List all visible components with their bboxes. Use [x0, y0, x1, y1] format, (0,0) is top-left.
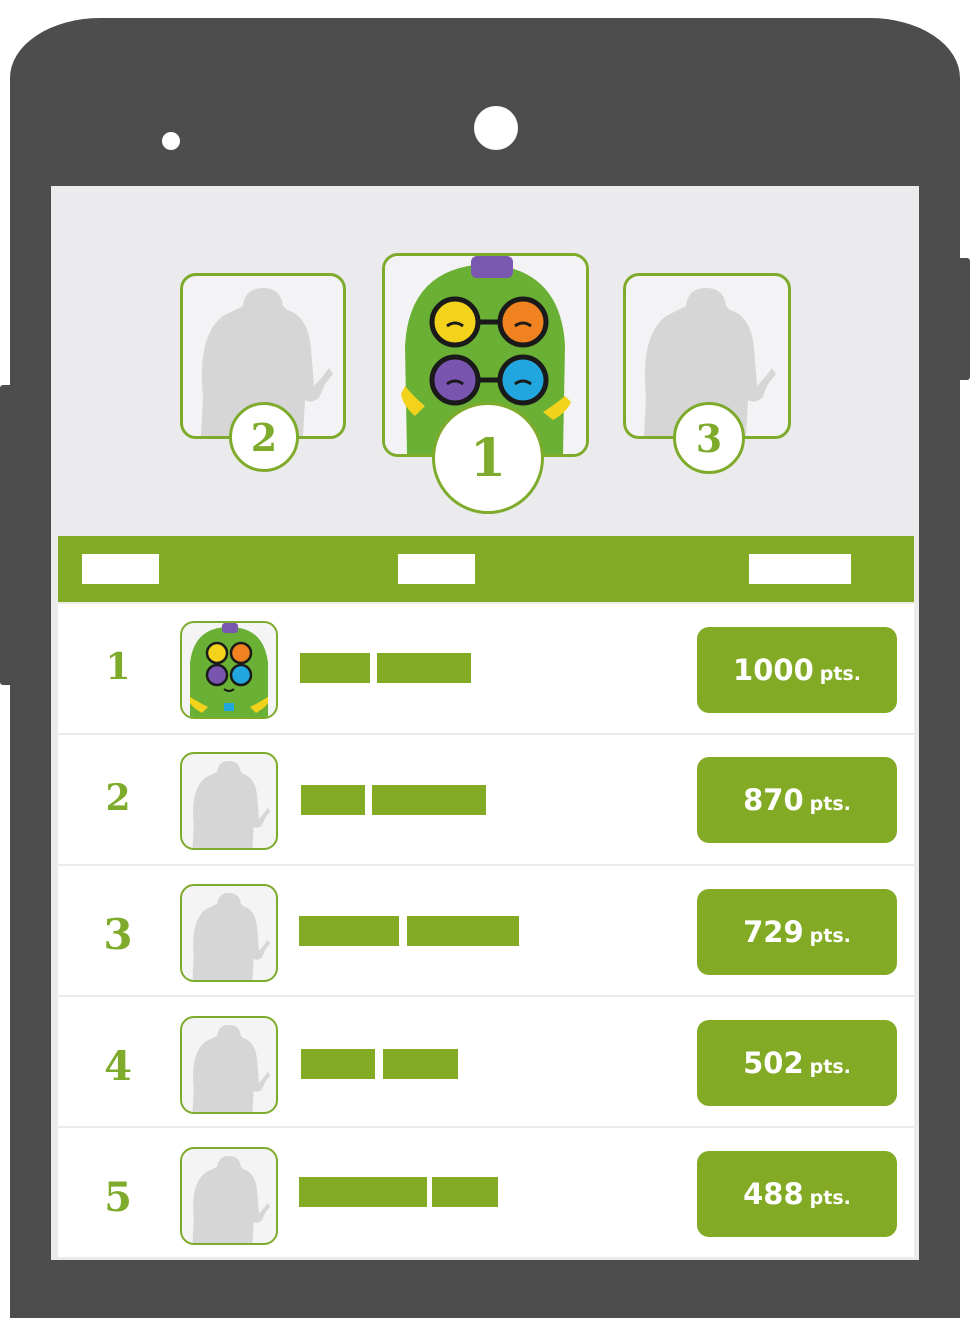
row-points-value: 870: [743, 783, 804, 817]
row-points-unit: pts.: [809, 1056, 851, 1078]
row-name-redacted: [432, 1177, 498, 1207]
row-rank: 5: [104, 1174, 132, 1221]
row-name-redacted: [407, 916, 519, 946]
row-points-unit: pts.: [809, 925, 851, 947]
row-name-redacted: [299, 1177, 427, 1207]
header-rank-placeholder: [82, 554, 159, 584]
row-points-badge: 502 pts.: [697, 1020, 897, 1106]
leaderboard-row[interactable]: 4 502 pts.: [58, 997, 914, 1126]
sensor-dot: [162, 132, 180, 150]
leaderboard-screen: 2 1 3 1 1000 pts. 2 870 pts. 3 729 pts. …: [51, 186, 919, 1260]
silhouette-avatar-icon: [192, 761, 271, 848]
row-rank: 1: [105, 646, 131, 688]
silhouette-avatar-icon: [192, 893, 271, 980]
row-points-value: 1000: [733, 653, 814, 687]
leaderboard-row[interactable]: 3 729 pts.: [58, 866, 914, 995]
row-avatar: [180, 621, 278, 719]
monster-avatar-icon: [190, 623, 268, 717]
row-name-redacted: [301, 1049, 375, 1079]
row-points-unit: pts.: [809, 793, 851, 815]
podium-rank-badge: 1: [432, 402, 544, 514]
header-points-placeholder: [749, 554, 851, 584]
row-name-redacted: [383, 1049, 458, 1079]
row-points-value: 502: [743, 1046, 804, 1080]
leaderboard-row[interactable]: 1 1000 pts.: [58, 604, 914, 733]
row-rank: 2: [105, 777, 131, 819]
podium-second-card[interactable]: 2: [180, 273, 346, 472]
row-rank: 3: [103, 910, 133, 959]
row-avatar: [180, 1016, 278, 1114]
row-rank: 4: [104, 1043, 132, 1090]
row-avatar: [180, 884, 278, 982]
row-name-redacted: [372, 785, 486, 815]
podium-third-card[interactable]: 3: [623, 273, 791, 474]
row-name-redacted: [300, 653, 370, 683]
leaderboard-row[interactable]: 5 488 pts.: [58, 1128, 914, 1257]
row-name-redacted: [299, 916, 399, 946]
row-points-badge: 1000 pts.: [697, 627, 897, 713]
podium-rank-badge: 3: [673, 402, 745, 474]
podium-rank-badge: 2: [229, 402, 299, 472]
row-points-badge: 870 pts.: [697, 757, 897, 843]
row-points-badge: 488 pts.: [697, 1151, 897, 1237]
podium-first-card[interactable]: 1: [382, 253, 589, 514]
camera-icon: [474, 106, 518, 150]
row-points-value: 729: [743, 915, 804, 949]
row-points-unit: pts.: [819, 663, 861, 685]
leaderboard-header: [58, 536, 914, 602]
row-avatar: [180, 1147, 278, 1245]
header-name-placeholder: [398, 554, 475, 584]
row-points-badge: 729 pts.: [697, 889, 897, 975]
row-points-value: 488: [743, 1177, 804, 1211]
silhouette-avatar-icon: [192, 1025, 271, 1112]
row-points-unit: pts.: [809, 1187, 851, 1209]
silhouette-avatar-icon: [192, 1156, 271, 1243]
row-name-redacted: [301, 785, 365, 815]
row-avatar: [180, 752, 278, 850]
leaderboard-row[interactable]: 2 870 pts.: [58, 735, 914, 864]
row-name-redacted: [377, 653, 471, 683]
